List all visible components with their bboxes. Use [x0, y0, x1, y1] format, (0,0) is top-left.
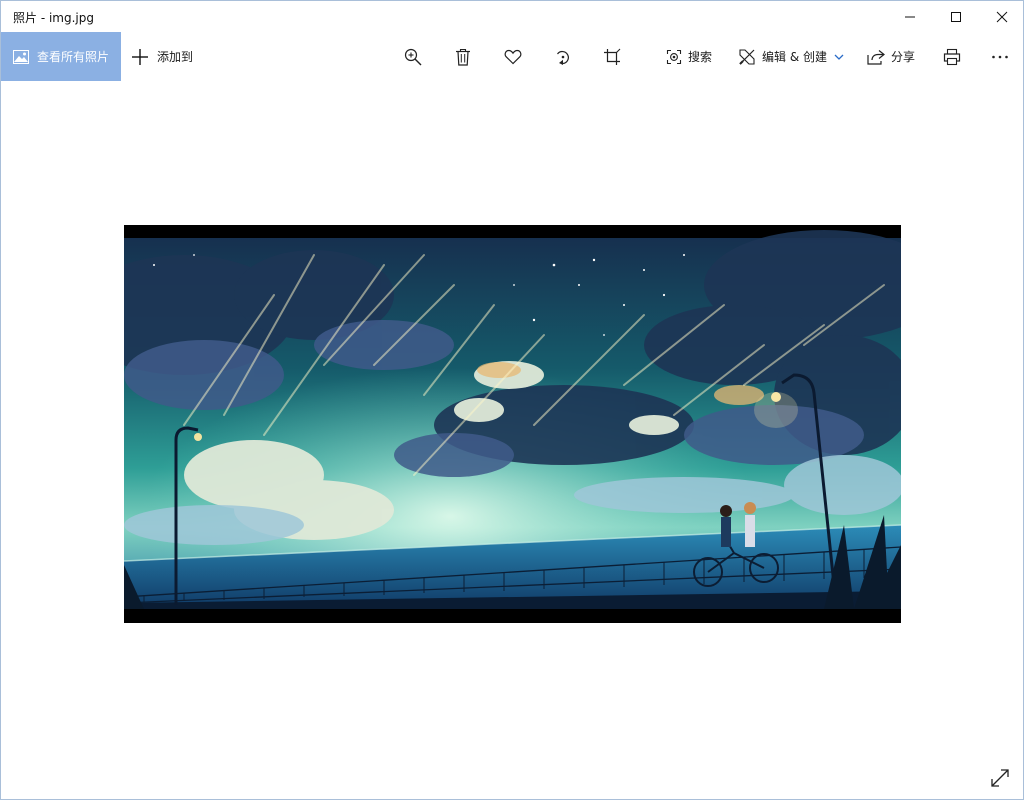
- add-to-button[interactable]: 添加到: [131, 32, 193, 81]
- search-button[interactable]: 搜索: [666, 32, 712, 81]
- full-screen-button[interactable]: [987, 765, 1013, 791]
- crop-button[interactable]: [596, 32, 628, 81]
- zoom-button[interactable]: [397, 32, 429, 81]
- search-lens-icon: [666, 49, 682, 64]
- photos-window: 照片 - img.jpg 查看所有照片 添加到 搜索 编辑 & 创建 分享: [0, 0, 1024, 800]
- zoom-in-icon: [404, 48, 422, 65]
- delete-icon: [456, 48, 470, 66]
- crop-icon: [604, 48, 621, 65]
- toolbar: 查看所有照片 添加到 搜索 编辑 & 创建 分享: [1, 32, 1023, 81]
- more-button[interactable]: [984, 32, 1016, 81]
- favorite-button[interactable]: [497, 32, 529, 81]
- minimize-button[interactable]: [887, 1, 933, 32]
- chevron-down-icon: [834, 54, 844, 60]
- edit-create-button[interactable]: 编辑 & 创建: [738, 32, 845, 81]
- view-all-photos-label: 查看所有照片: [37, 50, 110, 64]
- share-icon: [867, 49, 885, 65]
- add-to-label: 添加到: [157, 50, 194, 64]
- rotate-button[interactable]: [547, 32, 579, 81]
- window-title: 照片 - img.jpg: [13, 11, 94, 25]
- image-icon: [13, 49, 29, 64]
- plus-icon: [132, 48, 148, 65]
- heart-icon: [504, 49, 522, 64]
- minimize-icon: [905, 16, 915, 17]
- edit-create-label: 编辑 & 创建: [762, 50, 827, 64]
- title-bar[interactable]: 照片 - img.jpg: [1, 1, 1023, 32]
- close-button[interactable]: [979, 1, 1024, 32]
- expand-icon: [991, 769, 1009, 787]
- maximize-button[interactable]: [933, 1, 979, 32]
- share-label: 分享: [891, 50, 916, 64]
- edit-icon: [739, 48, 755, 65]
- rotate-icon: [557, 50, 569, 65]
- print-button[interactable]: [936, 32, 968, 81]
- close-icon: [996, 11, 1008, 22]
- print-icon: [943, 48, 961, 65]
- maximize-icon: [951, 11, 961, 22]
- photo-viewer-image[interactable]: [124, 225, 901, 623]
- search-label: 搜索: [688, 50, 713, 64]
- delete-button[interactable]: [447, 32, 479, 81]
- share-button[interactable]: 分享: [867, 32, 915, 81]
- anime-night-sky-image: [124, 225, 901, 623]
- view-all-photos-button[interactable]: 查看所有照片: [1, 32, 121, 81]
- more-icon: [992, 55, 1008, 58]
